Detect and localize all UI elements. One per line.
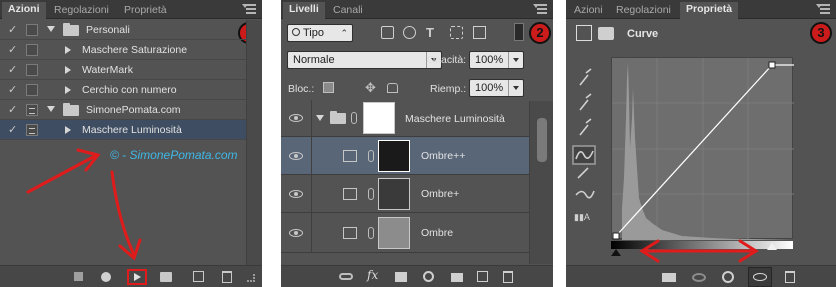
curves-adjustment-icon[interactable]: [343, 150, 357, 162]
add-mask-icon[interactable]: [395, 272, 407, 282]
link-layers-icon[interactable]: [339, 273, 353, 280]
layer-name[interactable]: Ombre+: [421, 188, 459, 200]
layer-row-group[interactable]: Maschere Luminosità: [281, 100, 529, 137]
new-action-icon[interactable]: [193, 271, 204, 282]
layers-tabbar: Livelli Canali: [281, 0, 553, 20]
link-icon[interactable]: [368, 188, 374, 200]
eye-icon[interactable]: [289, 190, 303, 198]
play-icon: [134, 273, 141, 281]
new-set-icon[interactable]: [160, 272, 172, 282]
annotation-arrows: [26, 148, 142, 261]
layer-mask-thumbnail[interactable]: [378, 140, 410, 172]
eye-icon[interactable]: [289, 152, 303, 160]
folder-icon: [330, 111, 346, 124]
search-icon: [292, 28, 300, 36]
actions-bottom-bar: [0, 265, 262, 287]
filter-label: Tipo: [303, 27, 324, 39]
adjustment-icon[interactable]: [423, 271, 434, 282]
new-layer-icon[interactable]: [477, 271, 488, 282]
properties-bottom-bar: [566, 265, 836, 287]
opacity-value: 100%: [475, 54, 504, 66]
layer-mask-thumbnail[interactable]: [363, 102, 395, 134]
eye-icon[interactable]: [289, 229, 303, 237]
blend-mode-select[interactable]: Normale: [287, 51, 442, 69]
blend-mode-value: Normale: [293, 54, 335, 66]
filter-pixel-icon[interactable]: [381, 26, 394, 39]
filter-adjustment-icon[interactable]: [403, 26, 416, 39]
eye-icon[interactable]: [289, 114, 303, 122]
opacity-field[interactable]: 100%: [469, 51, 524, 69]
chevron-down-icon: [508, 52, 523, 68]
layers-scroll-thumb[interactable]: [537, 118, 547, 162]
new-group-icon[interactable]: [451, 273, 463, 282]
divider: [311, 100, 312, 136]
layers-panel: Livelli Canali 2 Tipo ⌃ T Normale Opacit…: [281, 0, 553, 287]
divider: [311, 137, 312, 174]
trash-icon[interactable]: [785, 271, 795, 283]
opacity-label: Opacità:: [427, 54, 467, 66]
visibility-icon: [753, 273, 767, 281]
curves-adjustment-icon[interactable]: [343, 227, 357, 239]
arrow-to-play-icon: [110, 170, 136, 257]
link-icon[interactable]: [368, 150, 374, 162]
lock-pixels-icon[interactable]: [343, 82, 354, 93]
layer-mask-thumbnail[interactable]: [378, 217, 410, 249]
curves-adjustment-icon[interactable]: [343, 188, 357, 200]
layers-bottom-bar: fx: [281, 265, 553, 287]
properties-panel: Azioni Regolazioni Proprietà 3 Curve ▮▮A: [566, 0, 836, 287]
filter-smartobject-icon[interactable]: [473, 26, 486, 39]
trash-icon[interactable]: [503, 271, 513, 283]
layer-mask-thumbnail[interactable]: [378, 178, 410, 210]
stop-icon[interactable]: [74, 272, 83, 281]
chevron-down-icon: [508, 80, 523, 96]
fill-label: Riemp.:: [430, 83, 467, 95]
lock-all-icon[interactable]: [387, 83, 398, 93]
layer-name[interactable]: Maschere Luminosità: [405, 113, 505, 125]
link-icon[interactable]: [351, 112, 357, 124]
filter-toggle-switch[interactable]: [514, 23, 524, 41]
resize-grip-icon[interactable]: [247, 274, 255, 282]
view-previous-icon[interactable]: [692, 273, 706, 282]
divider: [311, 213, 312, 252]
clip-icon[interactable]: [662, 273, 676, 282]
reset-icon[interactable]: [722, 271, 734, 283]
fx-icon[interactable]: fx: [367, 268, 387, 284]
panel-menu-icon[interactable]: [533, 4, 547, 14]
layer-name[interactable]: Ombre: [421, 227, 453, 239]
fill-field[interactable]: 100%: [469, 79, 524, 97]
filter-type-icon[interactable]: T: [426, 26, 439, 39]
lock-label: Bloc.:: [288, 83, 315, 95]
layer-name[interactable]: Ombre++: [421, 150, 465, 162]
chevron-updown-icon: ⌃: [340, 28, 348, 38]
divider: [311, 175, 312, 212]
fill-value: 100%: [475, 82, 504, 94]
visibility-button[interactable]: [748, 267, 772, 287]
tab-layers[interactable]: Livelli: [283, 2, 325, 20]
play-button[interactable]: [127, 269, 147, 285]
layer-row[interactable]: Ombre+: [281, 175, 529, 213]
record-icon[interactable]: [101, 272, 111, 282]
actions-panel: Azioni Regolazioni Proprietà 1 ✓ Persona…: [0, 0, 262, 287]
layer-row-selected[interactable]: Ombre++: [281, 137, 529, 175]
lock-position-icon[interactable]: ✥: [365, 81, 376, 94]
arrow-to-row-icon: [26, 154, 97, 194]
tab-channels[interactable]: Canali: [327, 3, 369, 19]
layer-row[interactable]: Ombre: [281, 213, 529, 253]
layer-filter-select[interactable]: Tipo ⌃: [287, 24, 353, 42]
filter-shape-icon[interactable]: [450, 26, 463, 39]
link-icon[interactable]: [368, 227, 374, 239]
lock-transparency-icon[interactable]: [323, 82, 334, 93]
annotation-double-arrow: [639, 239, 759, 263]
trash-icon[interactable]: [222, 271, 232, 283]
expand-down-icon[interactable]: [316, 115, 324, 121]
step-badge: 2: [529, 22, 551, 44]
